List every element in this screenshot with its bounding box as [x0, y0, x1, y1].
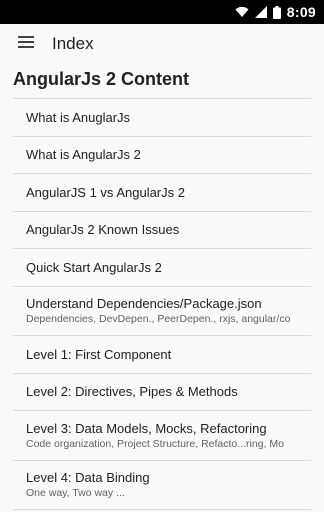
- list-item[interactable]: What is AngularJs 2: [13, 137, 311, 174]
- app-bar: Index: [0, 24, 324, 64]
- hamburger-menu-icon: [18, 35, 34, 53]
- list-item[interactable]: AngularJS 1 vs AngularJs 2: [13, 174, 311, 212]
- list-item[interactable]: AngularJs 2 Known Issues: [13, 212, 311, 249]
- list-item[interactable]: Level 1: First Component: [13, 336, 311, 374]
- list-item-label: What is AnuglarJs: [26, 109, 131, 125]
- menu-button[interactable]: [0, 24, 52, 64]
- status-bar: 8:09: [0, 0, 324, 24]
- list-item[interactable]: What is AnuglarJs: [13, 99, 311, 137]
- battery-icon: [272, 5, 281, 19]
- list-item-label: Understand Dependencies/Package.json: [26, 296, 262, 312]
- list-item-subtitle: Dependencies, DevDepen., PeerDepen., rxj…: [26, 313, 291, 326]
- app-title: Index: [52, 34, 94, 53]
- list-item-label: Level 1: First Component: [26, 346, 172, 362]
- signal-icon: [254, 6, 267, 18]
- list-item-label: AngularJs 2 Known Issues: [26, 222, 180, 238]
- list-item-label: AngularJS 1 vs AngularJs 2: [26, 184, 185, 200]
- list-item[interactable]: Level 2: Directives, Pipes & Methods: [13, 374, 311, 411]
- list-item-label: Quick Start AngularJs 2: [26, 259, 162, 275]
- content-area: AngularJs 2 Content What is AnuglarJs Wha…: [0, 64, 324, 512]
- list-item[interactable]: Level 3: Data Models, Mocks, Refactoring…: [13, 411, 311, 461]
- list-item-label: Level 2: Directives, Pipes & Methods: [26, 384, 238, 400]
- list-item[interactable]: Level 4: Data Binding One way, Two way ..…: [13, 461, 311, 510]
- list-item-label: Level 3: Data Models, Mocks, Refactoring: [26, 420, 267, 436]
- list-item-label: What is AngularJs 2: [26, 147, 141, 163]
- list-item-subtitle: One way, Two way ...: [26, 487, 125, 500]
- topic-list: What is AnuglarJs What is AngularJs 2 Angu…: [13, 98, 311, 510]
- list-item[interactable]: Quick Start AngularJs 2: [13, 249, 311, 287]
- list-item-label: Level 4: Data Binding: [26, 470, 150, 486]
- status-time: 8:09: [286, 4, 316, 20]
- list-item[interactable]: Understand Dependencies/Package.json Depe…: [13, 287, 311, 336]
- wifi-icon: [235, 6, 249, 18]
- section-title: AngularJs 2 Content: [13, 69, 190, 89]
- list-item-subtitle: Code organization, Project Structure, Re…: [26, 437, 284, 450]
